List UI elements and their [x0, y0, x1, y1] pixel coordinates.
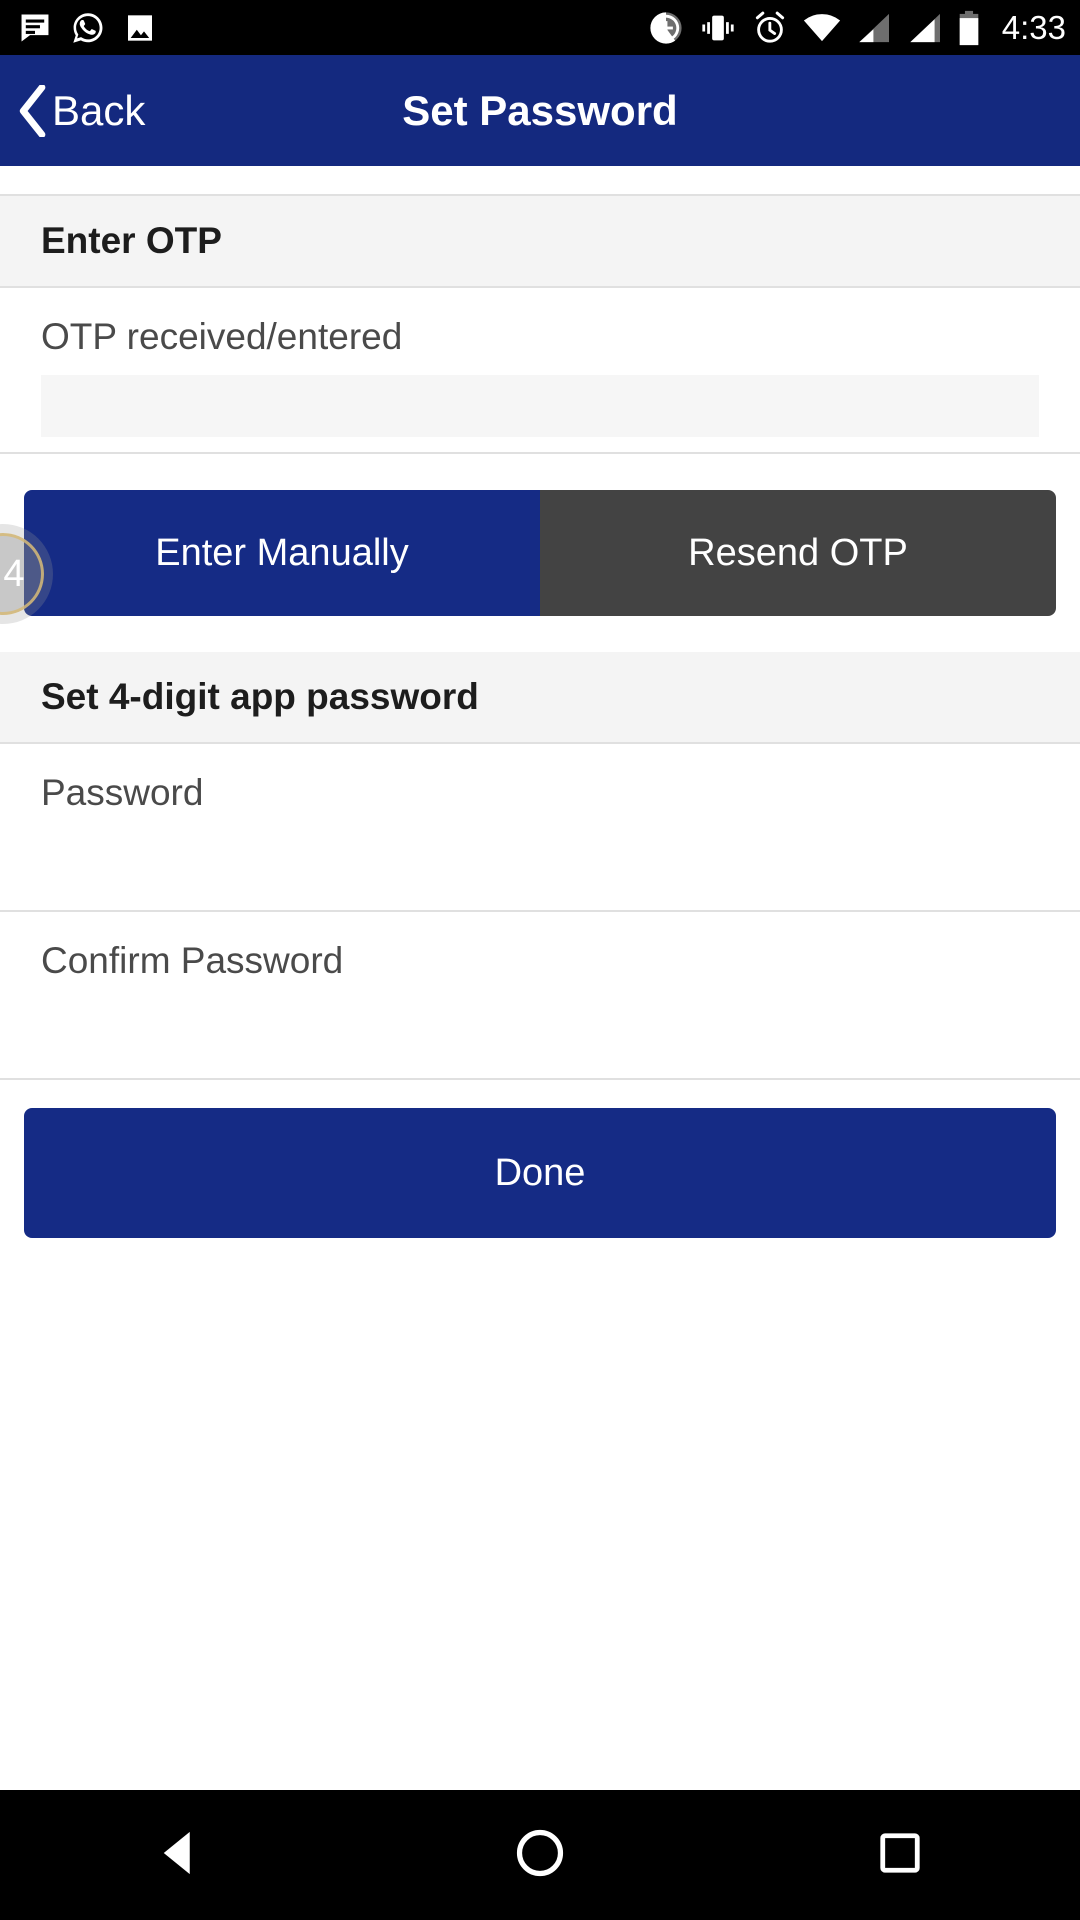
circle-home-icon	[514, 1827, 566, 1884]
status-bar-right-icons: 4:33	[648, 9, 1066, 47]
done-button[interactable]: Done	[24, 1108, 1056, 1238]
back-button[interactable]: Back	[16, 55, 159, 166]
back-button-label: Back	[52, 86, 146, 134]
section-header-enter-otp-label: Enter OTP	[41, 220, 222, 261]
app-bar: Back Set Password	[0, 55, 1080, 166]
nav-back-button[interactable]	[80, 1790, 280, 1920]
touch-indicator-number: 4	[3, 553, 25, 595]
whatsapp-icon	[70, 9, 106, 47]
alarm-clock-icon	[752, 9, 788, 47]
otp-field-row: OTP received/entered	[0, 288, 1080, 454]
status-bar-clock: 4:33	[1001, 9, 1066, 46]
otp-actions-row: Enter Manually Resend OTP	[0, 454, 1080, 652]
vibrate-mode-icon	[699, 9, 737, 47]
otp-actions-group: Enter Manually Resend OTP	[24, 490, 1056, 616]
cellular-signal-1-icon	[856, 9, 892, 47]
main-content: Enter OTP OTP received/entered Enter Man…	[0, 166, 1080, 1790]
gallery-image-icon	[124, 9, 156, 47]
section-header-set-password-label: Set 4-digit app password	[41, 676, 479, 717]
password-field-label: Password	[41, 772, 204, 813]
done-button-row: Done	[0, 1080, 1080, 1238]
otp-input[interactable]	[41, 374, 1039, 437]
status-bar: 4:33	[0, 0, 1080, 55]
square-recents-icon	[876, 1829, 924, 1882]
confirm-password-field-label: Confirm Password	[41, 940, 344, 981]
confirm-password-field-row: Confirm Password	[0, 912, 1080, 1080]
otp-field-label: OTP received/entered	[41, 316, 403, 357]
android-navigation-bar	[0, 1790, 1080, 1920]
status-bar-left-icons	[18, 9, 156, 47]
nav-recents-button[interactable]	[800, 1790, 1000, 1920]
confirm-password-input[interactable]	[41, 998, 1039, 1061]
battery-icon	[958, 9, 980, 47]
resend-otp-button[interactable]: Resend OTP	[540, 490, 1056, 616]
cellular-signal-2-icon	[907, 9, 943, 47]
enter-manually-button[interactable]: Enter Manually	[24, 490, 540, 616]
chevron-left-icon	[16, 83, 50, 139]
wifi-signal-icon	[803, 9, 841, 47]
password-field-row: Password	[0, 744, 1080, 912]
top-gap-strip	[0, 166, 1080, 196]
section-header-set-password: Set 4-digit app password	[0, 652, 1080, 744]
sms-message-icon	[18, 9, 52, 47]
triangle-back-icon	[154, 1827, 206, 1884]
data-saver-plus-icon	[648, 9, 684, 47]
nav-home-button[interactable]	[440, 1790, 640, 1920]
password-input[interactable]	[41, 830, 1039, 893]
section-header-enter-otp: Enter OTP	[0, 196, 1080, 288]
page-title: Set Password	[402, 86, 678, 134]
